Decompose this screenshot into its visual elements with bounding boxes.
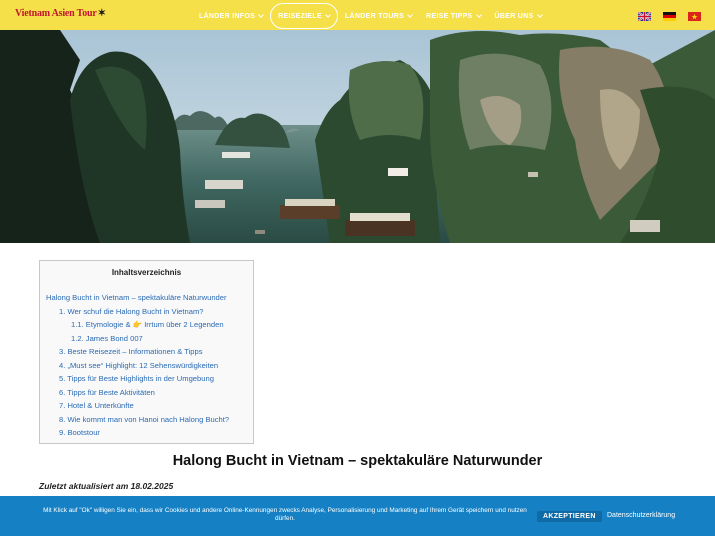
toc-item[interactable]: 6. Tipps für Beste Aktivitäten: [46, 386, 247, 400]
toc-item[interactable]: 4. „Must see“ Highlight: 12 Sehenswürdig…: [46, 359, 247, 373]
chevron-down-icon: [536, 11, 543, 18]
site-header: Vietnam Asien Tour✶ LÄNDER INFOS REISEZI…: [0, 0, 715, 30]
cookie-text: Mit Klick auf "Ok" willigen Sie ein, das…: [43, 507, 527, 522]
table-of-contents: Inhaltsverzeichnis Halong Bucht in Vietn…: [39, 260, 254, 444]
last-updated: Zuletzt aktualisiert am 18.02.2025: [39, 481, 174, 491]
site-logo[interactable]: Vietnam Asien Tour✶: [15, 8, 106, 19]
germany-flag-icon[interactable]: [663, 12, 676, 21]
nav-label: REISEZIELE: [278, 12, 322, 20]
article-title: Halong Bucht in Vietnam – spektakuläre N…: [172, 453, 543, 469]
toc-item[interactable]: 7. Hotel & Unterkünfte: [46, 399, 247, 413]
language-switcher: [638, 12, 701, 21]
nav-label: REISE TIPPS: [426, 12, 473, 20]
nav-label: ÜBER UNS: [494, 12, 534, 20]
vietnam-flag-icon[interactable]: [688, 12, 701, 21]
toc-item[interactable]: 5. Tipps für Beste Highlights in der Umg…: [46, 372, 247, 386]
nav-item-laender-tours[interactable]: LÄNDER TOURS: [338, 3, 419, 29]
halong-bay-photo: [0, 30, 715, 243]
chevron-down-icon: [325, 11, 331, 18]
toc-item[interactable]: Halong Bucht in Vietnam – spektakuläre N…: [46, 291, 247, 305]
toc-item[interactable]: 8. Wie kommt man von Hanoi nach Halong B…: [46, 413, 247, 427]
toc-item[interactable]: 3. Beste Reisezeit – Informationen & Tip…: [46, 345, 247, 359]
toc-item[interactable]: 1.2. James Bond 007: [46, 332, 247, 346]
nav-item-ueber-uns[interactable]: ÜBER UNS: [488, 3, 549, 29]
toc-item[interactable]: 1.1. Etymologie & 👉 Irrtum über 2 Legend…: [46, 318, 247, 332]
nav-label: LÄNDER INFOS: [199, 12, 256, 20]
accept-cookies-button[interactable]: AKZEPTIEREN: [537, 511, 602, 522]
logo-mark-icon: ✶: [97, 8, 106, 19]
chevron-down-icon: [258, 11, 264, 18]
main-nav: LÄNDER INFOS REISEZIELE LÄNDER TOURS REI…: [192, 0, 549, 30]
toc-title: Inhaltsverzeichnis: [111, 268, 182, 277]
nav-item-reiseziele[interactable]: REISEZIELE: [270, 3, 338, 29]
nav-label: LÄNDER TOURS: [344, 12, 405, 20]
privacy-policy-link[interactable]: Datenschutzerklärung: [607, 512, 675, 519]
toc-list: Halong Bucht in Vietnam – spektakuläre N…: [46, 291, 247, 440]
logo-text: Vietnam Asien Tour: [15, 8, 97, 19]
chevron-down-icon: [475, 11, 482, 18]
hero-image: [0, 30, 715, 243]
toc-item[interactable]: 9. Bootstour: [46, 426, 247, 440]
uk-flag-icon[interactable]: [638, 12, 651, 21]
chevron-down-icon: [407, 11, 413, 18]
toc-item[interactable]: 1. Wer schuf die Halong Bucht in Vietnam…: [46, 305, 247, 319]
nav-item-laender-infos[interactable]: LÄNDER INFOS: [192, 3, 270, 29]
nav-item-reise-tipps[interactable]: REISE TIPPS: [419, 3, 487, 29]
